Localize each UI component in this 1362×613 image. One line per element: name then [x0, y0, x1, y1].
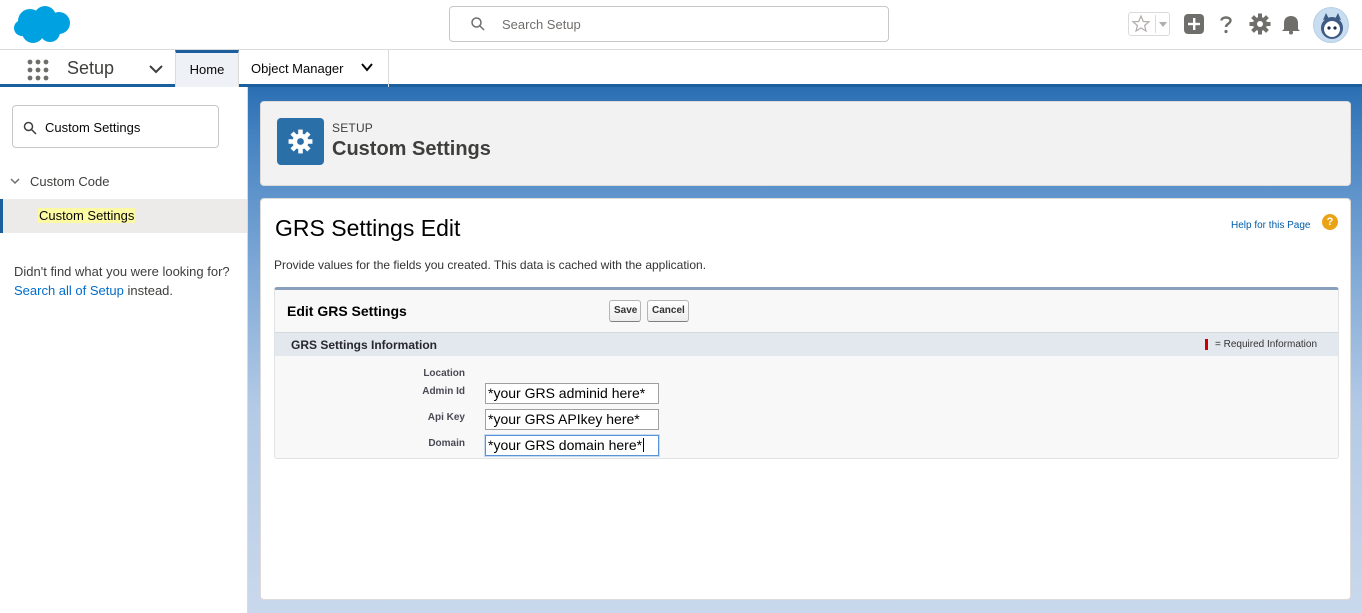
search-placeholder: Search Setup — [502, 17, 581, 32]
star-icon — [1131, 14, 1151, 33]
text-caret — [643, 438, 645, 452]
gear-icon[interactable] — [1249, 13, 1271, 35]
field-label-admin-id: Admin Id — [422, 386, 465, 397]
edit-block-title: Edit GRS Settings — [287, 303, 407, 319]
global-search-input[interactable]: Search Setup — [449, 6, 889, 42]
tab-object-manager[interactable]: Object Manager — [239, 50, 389, 87]
quick-find-input[interactable]: Custom Settings — [12, 105, 219, 148]
bell-icon[interactable] — [1280, 13, 1302, 35]
tree-item-label: Custom Code — [30, 174, 110, 189]
setup-header-card: SETUP Custom Settings — [260, 101, 1351, 186]
domain-input[interactable]: *your GRS domain here* — [485, 435, 659, 456]
tree-item-label: Custom Settings — [38, 208, 136, 223]
field-label-location: Location — [423, 368, 465, 379]
required-legend: = Required Information — [1215, 339, 1318, 350]
favorites-button[interactable] — [1128, 12, 1170, 36]
field-label-domain: Domain — [428, 438, 465, 449]
page-description: Provide values for the fields you create… — [274, 258, 707, 272]
main-content: GRS Settings Edit Help for this Page ? P… — [260, 198, 1351, 600]
page-title: Custom Settings — [332, 138, 491, 160]
help-icon[interactable] — [1215, 13, 1237, 35]
chevron-down-icon[interactable] — [148, 61, 164, 77]
not-found-suffix: instead. — [127, 283, 174, 298]
quick-find-value: Custom Settings — [45, 120, 141, 135]
section-header: GRS Settings Information = Required Info… — [275, 332, 1338, 356]
search-icon — [23, 121, 37, 135]
not-found-message: Didn't find what you were looking for? S… — [14, 262, 234, 300]
app-launcher-icon[interactable] — [26, 58, 50, 82]
divider — [1155, 15, 1156, 33]
section-title: GRS Settings Information — [291, 338, 438, 352]
not-found-prefix: Didn't find what you were looking for? — [14, 264, 230, 279]
setup-label: SETUP — [332, 121, 374, 135]
field-label-api-key: Api Key — [427, 412, 465, 423]
save-button[interactable]: Save — [609, 300, 641, 322]
required-marker — [1205, 339, 1208, 350]
help-for-page-link[interactable]: Help for this Page — [1231, 220, 1311, 231]
context-bar: Setup Home Object Manager — [0, 50, 1362, 87]
domain-input-value: *your GRS domain here* — [488, 437, 643, 453]
avatar[interactable] — [1313, 7, 1349, 43]
chevron-down-icon — [10, 178, 20, 185]
global-header: Search Setup — [0, 0, 1362, 50]
edit-page-title: GRS Settings Edit — [275, 215, 461, 241]
admin-id-input[interactable]: *your GRS adminid here* — [485, 383, 659, 404]
chevron-down-icon[interactable] — [1158, 21, 1168, 29]
salesforce-cloud-icon[interactable] — [13, 4, 73, 46]
cancel-button[interactable]: Cancel — [647, 300, 689, 322]
search-all-setup-link[interactable]: Search all of Setup — [14, 283, 124, 298]
add-icon[interactable] — [1183, 13, 1205, 35]
setup-sidebar: Custom Settings Custom Code Custom Setti… — [0, 87, 248, 613]
app-name: Setup — [67, 58, 115, 78]
setup-gear-icon — [277, 118, 324, 165]
tab-home[interactable]: Home — [175, 50, 239, 87]
chevron-down-icon[interactable] — [360, 60, 374, 74]
api-key-input[interactable]: *your GRS APIkey here* — [485, 409, 659, 430]
tab-object-manager-label: Object Manager — [251, 61, 344, 76]
tree-item-custom-settings[interactable]: Custom Settings — [0, 199, 247, 233]
edit-settings-block: Edit GRS Settings Save Cancel GRS Settin… — [274, 287, 1339, 459]
help-icon[interactable]: ? — [1322, 214, 1338, 230]
search-icon — [471, 17, 485, 31]
tree-item-custom-code[interactable]: Custom Code — [0, 171, 247, 193]
